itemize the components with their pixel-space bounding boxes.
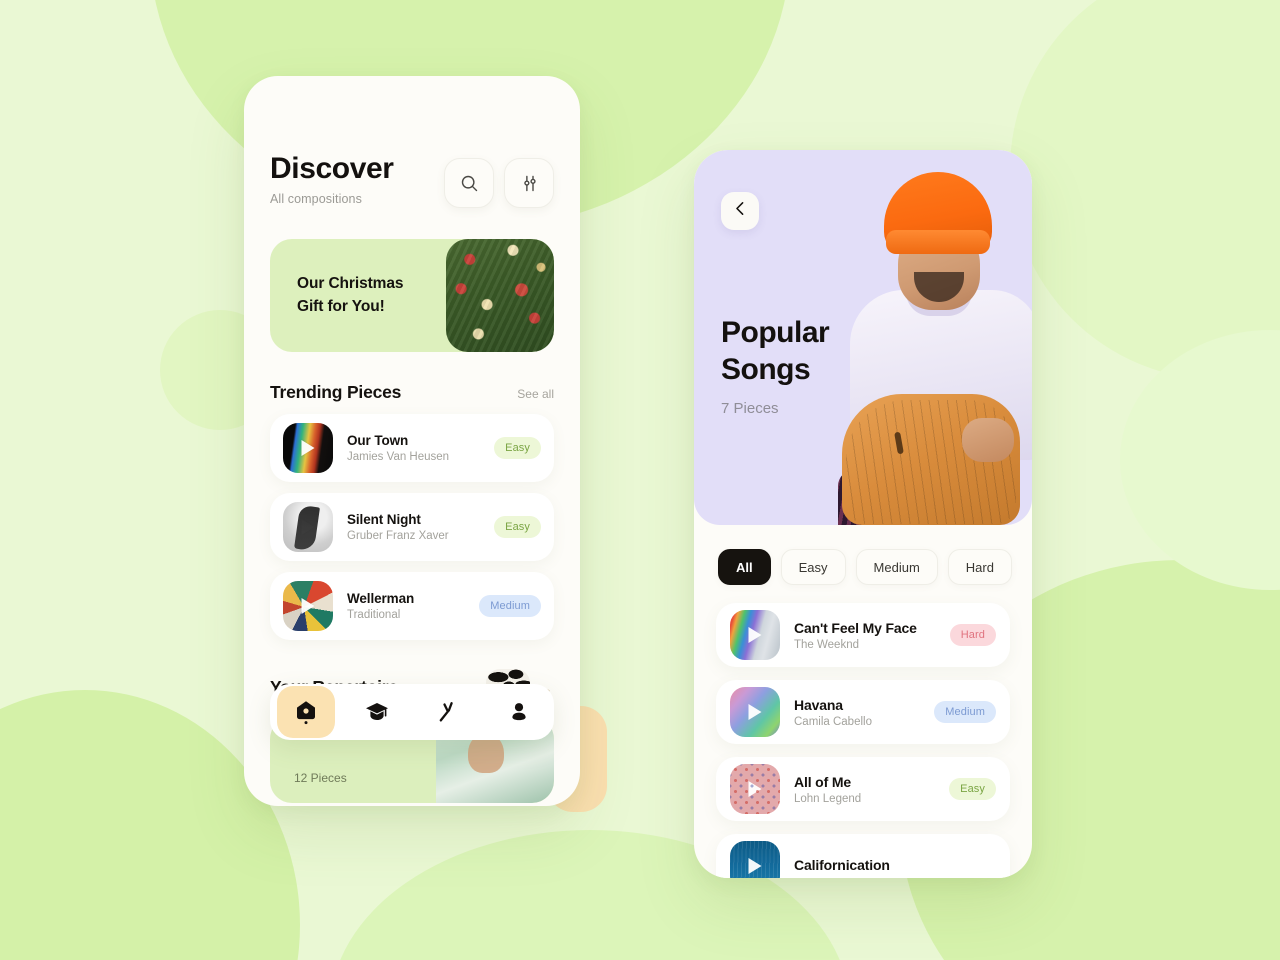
- album-art[interactable]: [283, 502, 333, 552]
- song-meta: Californication: [794, 857, 996, 876]
- difficulty-filter-row: All Easy Medium Hard: [694, 549, 1032, 585]
- song-meta: Wellerman Traditional: [347, 591, 479, 621]
- hero-title: Popular Songs: [721, 315, 830, 388]
- hero-subtitle: 7 Pieces: [721, 400, 779, 417]
- trending-song-list: Our Town Jamies Van Heusen Easy Silent Nigh…: [270, 414, 554, 640]
- tuning-fork-icon: [436, 700, 460, 724]
- nav-item-learn[interactable]: [348, 686, 406, 738]
- play-icon[interactable]: [301, 598, 315, 614]
- difficulty-badge: Easy: [949, 778, 996, 800]
- album-art[interactable]: [730, 764, 780, 814]
- song-artist: Jamies Van Heusen: [347, 451, 450, 463]
- trending-song-row[interactable]: Our Town Jamies Van Heusen Easy: [270, 414, 554, 482]
- hero-title-line-1: Popular: [721, 316, 830, 349]
- song-meta: Havana Camila Cabello: [794, 697, 934, 728]
- filter-pill-easy[interactable]: Easy: [780, 549, 846, 585]
- filter-button[interactable]: [504, 158, 554, 208]
- filter-pill-all[interactable]: All: [718, 549, 771, 585]
- see-all-link[interactable]: See all: [517, 387, 554, 401]
- background-blob: [1120, 330, 1280, 590]
- home-icon: [294, 699, 318, 725]
- song-artist: Camila Cabello: [794, 715, 872, 728]
- difficulty-badge: Medium: [934, 701, 996, 723]
- nav-item-tuner[interactable]: [419, 686, 477, 738]
- album-art[interactable]: [283, 423, 333, 473]
- page-title: Discover: [270, 152, 394, 185]
- promo-line-2: Gift for You!: [297, 297, 385, 315]
- back-button[interactable]: [721, 192, 759, 230]
- bottom-navigation: [270, 684, 554, 740]
- popular-song-row[interactable]: Can't Feel My Face The Weeknd Hard: [716, 603, 1010, 667]
- song-artist: The Weeknd: [794, 638, 859, 651]
- popular-song-row[interactable]: All of Me Lohn Legend Easy: [716, 757, 1010, 821]
- album-art[interactable]: [283, 581, 333, 631]
- difficulty-badge: Easy: [494, 437, 541, 459]
- trending-song-row[interactable]: Silent Night Gruber Franz Xaver Easy: [270, 493, 554, 561]
- page-subtitle: All compositions: [270, 192, 362, 206]
- album-art[interactable]: [730, 610, 780, 660]
- background-blob: [1010, 0, 1280, 380]
- play-icon[interactable]: [748, 781, 762, 797]
- popular-songs-hero: Popular Songs 7 Pieces: [694, 150, 1032, 525]
- album-art[interactable]: [730, 841, 780, 878]
- section-title-trending: Trending Pieces: [270, 382, 402, 402]
- promo-line-1: Our Christmas: [297, 275, 404, 293]
- search-button[interactable]: [444, 158, 494, 208]
- play-icon[interactable]: [748, 627, 762, 643]
- hero-title-line-2: Songs: [721, 352, 811, 386]
- song-meta: Can't Feel My Face The Weeknd: [794, 620, 950, 651]
- play-icon[interactable]: [301, 440, 315, 456]
- phone-popular-songs-screen: Popular Songs 7 Pieces All Easy Medium Hard…: [694, 150, 1032, 878]
- song-artist: Traditional: [347, 609, 401, 621]
- play-icon[interactable]: [748, 704, 762, 720]
- song-artist: Lohn Legend: [794, 792, 862, 805]
- phone-discover-screen: Discover All compositions Our Christmas …: [244, 76, 580, 806]
- guitarist-image: [832, 150, 1032, 525]
- christmas-promo-banner[interactable]: Our Christmas Gift for You!: [270, 239, 554, 352]
- difficulty-badge: Hard: [949, 624, 996, 646]
- trending-header: Trending Pieces See all: [270, 382, 554, 403]
- filter-pill-hard[interactable]: Hard: [947, 549, 1012, 585]
- filter-pill-medium[interactable]: Medium: [855, 549, 938, 585]
- song-title: All of Me: [794, 773, 851, 790]
- difficulty-badge: Easy: [494, 516, 541, 538]
- song-meta: Our Town Jamies Van Heusen: [347, 433, 494, 463]
- album-art[interactable]: [730, 687, 780, 737]
- play-icon[interactable]: [301, 519, 315, 535]
- song-title: Havana: [794, 696, 843, 713]
- song-title: Our Town: [347, 433, 409, 448]
- promo-text: Our Christmas Gift for You!: [270, 273, 403, 318]
- trending-song-row[interactable]: Wellerman Traditional Medium: [270, 572, 554, 640]
- discover-header: Discover All compositions: [270, 76, 554, 208]
- song-meta: Silent Night Gruber Franz Xaver: [347, 512, 494, 542]
- repertoire-count: 12 Pieces: [294, 771, 347, 785]
- song-title: Wellerman: [347, 591, 415, 606]
- play-icon[interactable]: [748, 858, 762, 874]
- christmas-tree-image: [446, 239, 554, 352]
- difficulty-badge: Medium: [479, 595, 541, 617]
- song-artist: Gruber Franz Xaver: [347, 530, 449, 542]
- search-icon: [459, 173, 480, 194]
- popular-song-row[interactable]: Californication: [716, 834, 1010, 878]
- nav-item-home[interactable]: [276, 686, 335, 738]
- chevron-left-icon: [732, 200, 749, 222]
- popular-songs-list: Can't Feel My Face The Weeknd Hard Havana Ca…: [694, 603, 1032, 878]
- sliders-icon: [519, 173, 540, 194]
- popular-song-row[interactable]: Havana Camila Cabello Medium: [716, 680, 1010, 744]
- nav-item-profile[interactable]: [490, 686, 548, 738]
- person-icon: [507, 700, 531, 724]
- song-title: Californication: [794, 856, 890, 873]
- song-meta: All of Me Lohn Legend: [794, 774, 949, 805]
- song-title: Can't Feel My Face: [794, 619, 917, 636]
- background-decoration: [0, 0, 1280, 960]
- song-title: Silent Night: [347, 512, 421, 527]
- graduation-cap-icon: [365, 700, 389, 724]
